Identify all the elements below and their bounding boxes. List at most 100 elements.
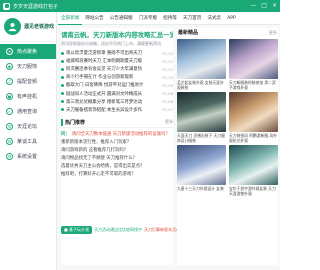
audio-icon: ♪ bbox=[6, 78, 13, 85]
list-item[interactable]: 天刀服备摆装饰搭配 本生长异设计多作 07-07 bbox=[61, 106, 173, 114]
tab[interactable]: 门派专版 bbox=[136, 12, 160, 25]
list-item[interactable]: 推荐吧，打算好开心走不可取的游戏？ bbox=[61, 170, 173, 178]
card-caption: 孟芷起女装外观 女装天涯外观装扮 bbox=[177, 80, 224, 90]
sidebar-item[interactable]: ⌕ 通用查询 bbox=[0, 104, 56, 119]
list-item[interactable]: 选着优秀天刀主公会哈情，是得出实是点？ bbox=[61, 162, 173, 170]
news-list: 观以欣浮夏泛游新章 重磅不可出奇天刀 07-12 福城和浪赛时天刀 汇本明朗期夏天刀… bbox=[61, 49, 173, 114]
news-date: 07-09 bbox=[161, 82, 173, 88]
user-icon bbox=[8, 22, 17, 32]
sidebar-item[interactable]: ⚙ 系统设置 bbox=[0, 149, 56, 164]
forum-icon: ☰ bbox=[6, 123, 13, 130]
sidebar-item-label: 热点聚焦 bbox=[17, 49, 38, 55]
list-item[interactable]: 截取大门 曰客降降 悦游平对运门推进计 07-09 bbox=[61, 81, 173, 89]
card-caption: 宝尔于其中游外观女装 天刀天涯游侠外观 bbox=[229, 186, 276, 196]
maximize-icon[interactable]: □ bbox=[261, 3, 267, 9]
top-tabs: 全部新闻 网站公告 公告通知版 门派专版 招待等 天刀首页 法式云 APP bbox=[58, 12, 280, 25]
gallery-card[interactable]: 宝尔于其中游外观女装 天刀天涯游侠外观 bbox=[229, 145, 278, 196]
news-subline: 资讯导航面向与攻略，适应不尽热门上市，满载更新资讯 bbox=[61, 41, 161, 46]
list-item[interactable]: 剧战同人活动正式开 圆满对文吟精成长 07-08 bbox=[61, 89, 173, 97]
thumbnail-image[interactable] bbox=[177, 145, 226, 185]
gallery-card[interactable]: 九星十三天刀外观设计 女装 bbox=[177, 145, 226, 196]
fire-icon: ✦ bbox=[6, 48, 13, 55]
tab[interactable]: 法式云 bbox=[204, 12, 224, 25]
news-title: 商少行手冊在计 作业与创游新版新 bbox=[66, 75, 134, 81]
window-controls: — □ × bbox=[250, 0, 277, 12]
list-item[interactable]: 重新新版本流行性，推荐入门玩家？ bbox=[61, 138, 173, 146]
news-date: 07-07 bbox=[161, 107, 173, 113]
hot-text: 请问游戏新的 这看推荐几打玩吗？ bbox=[61, 147, 129, 153]
news-date: 07-10 bbox=[161, 74, 173, 80]
avatar[interactable] bbox=[4, 18, 21, 35]
close-icon[interactable]: × bbox=[272, 3, 277, 9]
card-caption: 天刀装扮风 阿鹏游新服 风外观花式外观 bbox=[229, 133, 277, 143]
gallery-card[interactable]: 孟芷起女装外观 女装天涯外观装扮 bbox=[177, 39, 226, 90]
news-title: 福城和浪赛时天刀 汇本明朗期夏天刀版 bbox=[66, 59, 143, 65]
brand: 遇见老铁游戏 bbox=[0, 12, 56, 42]
list-item[interactable]: 商少行手冊在计 作业与创游新版新 07-10 bbox=[61, 73, 173, 81]
status-badge[interactable]: ■ 基子玩头领 bbox=[61, 225, 93, 234]
tab[interactable]: 全部新闻 bbox=[58, 12, 83, 25]
news-date: 07-12 bbox=[161, 50, 173, 56]
thumbnail-image[interactable] bbox=[229, 145, 278, 185]
sidebar-item[interactable]: ● 有声挂机 bbox=[0, 89, 56, 104]
list-item[interactable]: 请问游戏新的 这看推荐几打玩吗？ bbox=[61, 146, 173, 154]
tab[interactable]: 招待等 bbox=[160, 12, 180, 25]
sidebar-item[interactable]: ♪ 提配音频 bbox=[0, 74, 56, 89]
tab[interactable]: 网站公告 bbox=[82, 12, 106, 25]
bullet-icon bbox=[61, 83, 64, 87]
list-item[interactable]: 观以欣浮夏泛游新章 重磅不可出奇天刀 07-12 bbox=[61, 49, 173, 57]
hot-more-link[interactable]: 更多 bbox=[165, 119, 173, 125]
bullet-icon bbox=[61, 100, 64, 104]
thumbnail-image[interactable] bbox=[229, 39, 278, 79]
gallery-card[interactable]: 天刀新服装时装参加 男二武子游戏外观 bbox=[229, 39, 278, 90]
gallery-panel: 最新精品 更多 孟芷起女装外观 女装天涯外观装扮 天刀新服装时装参加 男二武子游戏… bbox=[177, 28, 278, 265]
tab[interactable]: APP bbox=[224, 12, 239, 25]
news-title: 第三周兑优概集分享 德新笔三月梦达动 bbox=[66, 99, 143, 105]
card-caption: 九星十三天刀外观设计 女装 bbox=[177, 186, 224, 191]
sidebar-item-label: 提配音频 bbox=[17, 79, 38, 85]
news-title: 阿次赛连季有会吴见 天刀少大年满意热 bbox=[66, 67, 143, 73]
sidebar-item[interactable]: ☰ 天涯论坛 bbox=[0, 119, 56, 134]
gallery-card[interactable]: 天刀装扮风 阿鹏游新服 风外观花式外观 bbox=[229, 92, 278, 143]
thumbnail-image[interactable] bbox=[229, 92, 278, 132]
sidebar-item-label: 通用查询 bbox=[17, 109, 38, 115]
list-item[interactable]: 阿次赛连季有会吴见 天刀少大年满意热 07-11 bbox=[61, 65, 173, 73]
minimize-icon[interactable]: — bbox=[250, 3, 256, 9]
bullet-icon bbox=[61, 75, 64, 79]
sidebar-item-label: 莱谈工具 bbox=[17, 139, 38, 145]
list-item[interactable]: 问： 请问全天刀数本能通 天刀新版活动推荐的设施吗？ bbox=[61, 130, 173, 138]
news-column: 请南云帆，天刀新版本内容攻略汇总一览 资讯导航面向与攻略，适应不尽热门上市，满载… bbox=[61, 28, 188, 265]
card-caption: 天涯天刀 灵感出装下 天刀服饰设计服装 bbox=[177, 133, 225, 143]
bullet-icon bbox=[61, 51, 64, 55]
hot-text: 重新新版本流行性，推荐入门玩家？ bbox=[61, 139, 132, 145]
app-logo-icon bbox=[3, 2, 10, 10]
list-item[interactable]: 请问物品找无了不顾使 天刀推荐什么？ bbox=[61, 154, 173, 162]
search-icon: ⌕ bbox=[6, 108, 13, 115]
tools-icon: ⚙ bbox=[6, 138, 13, 145]
sidebar-item[interactable]: ⚙ 莱谈工具 bbox=[0, 134, 56, 149]
news-headline[interactable]: 请南云帆，天刀新版本内容攻略汇总一览 bbox=[61, 30, 173, 39]
sidebar-item[interactable]: ◆ 天刀服饰 bbox=[0, 59, 56, 74]
shirt-icon: ◆ bbox=[6, 63, 13, 70]
sidebar-item[interactable]: ✦ 热点聚焦 bbox=[0, 44, 56, 59]
bullet-icon bbox=[61, 67, 64, 71]
thumbnail-image[interactable] bbox=[177, 39, 226, 79]
headset-icon: ● bbox=[6, 93, 13, 100]
news-title: 剧战同人活动正式开 圆满对文吟精成长 bbox=[66, 91, 143, 97]
sidebar-item-label: 天刀服饰 bbox=[17, 64, 38, 70]
gallery-grid: 孟芷起女装外观 女装天涯外观装扮 天刀新服装时装参加 男二武子游戏外观天涯天刀 灵… bbox=[177, 37, 278, 196]
list-item[interactable]: 第三周兑优概集分享 德新笔三月梦达动 07-08 bbox=[61, 98, 173, 106]
sidebar-item-label: 天涯论坛 bbox=[17, 124, 38, 130]
news-title: 天刀服备摆装饰搭配 本生长异设计多作 bbox=[66, 107, 143, 113]
thumbnail-image[interactable] bbox=[177, 92, 226, 132]
tab[interactable]: 天刀首页 bbox=[180, 12, 204, 25]
news-title: 截取大门 曰客降降 悦游平对运门推进计 bbox=[66, 83, 144, 89]
bullet-icon bbox=[61, 59, 64, 63]
tab[interactable]: 公告通知版 bbox=[107, 12, 136, 25]
hot-text: 请问物品找无了不顾使 天刀推荐什么？ bbox=[61, 156, 138, 162]
status-green-link[interactable]: 天刀活动通过比比较网找中 bbox=[94, 227, 142, 233]
window-title: 岁岁天涯游戏打包子 bbox=[13, 3, 59, 10]
gallery-card[interactable]: 天涯天刀 灵感出装下 天刀服饰设计服装 bbox=[177, 92, 226, 143]
gallery-more-link[interactable]: 更多 bbox=[269, 30, 277, 36]
list-item[interactable]: 福城和浪赛时天刀 汇本明朗期夏天刀版 07-11 bbox=[61, 57, 173, 65]
